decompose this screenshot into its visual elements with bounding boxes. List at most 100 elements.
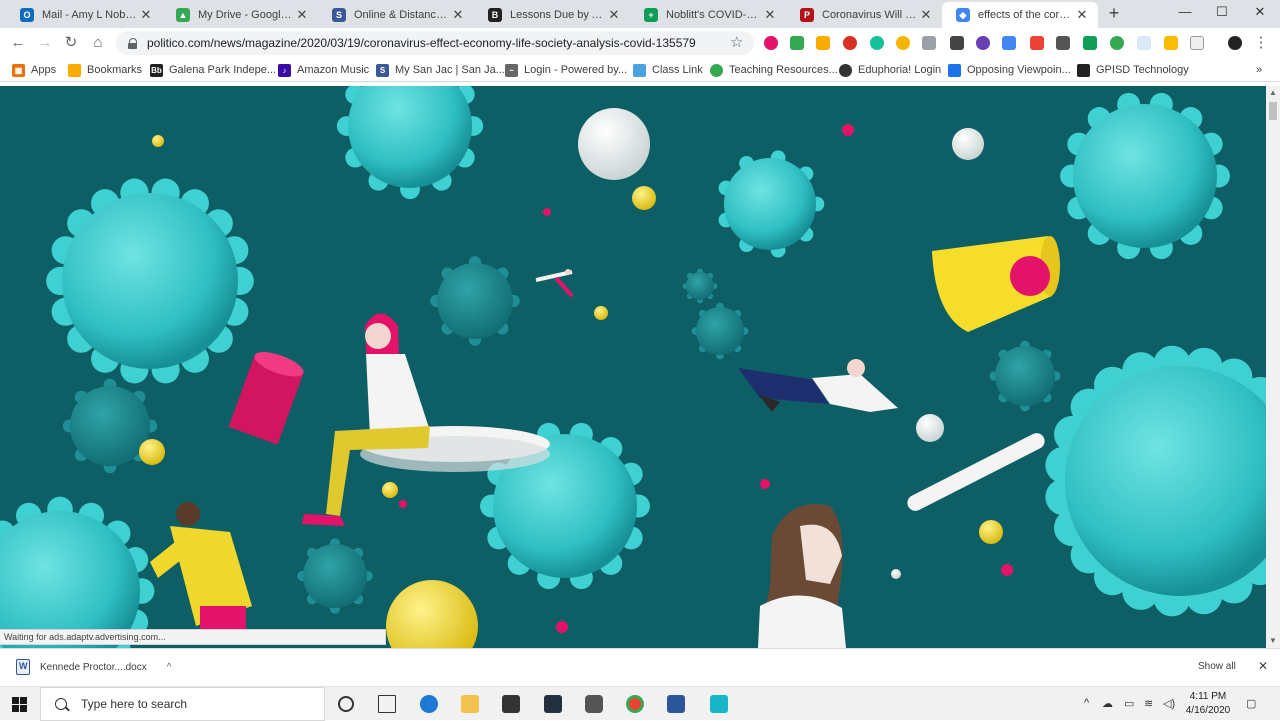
bookmark-eduphoria[interactable]: Eduphoria! Login bbox=[839, 62, 941, 78]
bookmark-label: Eduphoria! Login bbox=[858, 64, 942, 76]
extension-icon[interactable] bbox=[764, 36, 778, 50]
battery-icon[interactable]: ▭ bbox=[1124, 697, 1134, 710]
tab-politico[interactable]: P Coronavirus Will Chan ✕ bbox=[786, 2, 942, 28]
virus-body bbox=[70, 386, 150, 466]
extension-icon[interactable] bbox=[1164, 36, 1178, 50]
virus-body bbox=[437, 263, 513, 339]
search-placeholder: Type here to search bbox=[81, 697, 188, 711]
extension-icon[interactable] bbox=[1002, 36, 1016, 50]
maximize-button[interactable]: ☐ bbox=[1207, 4, 1237, 20]
address-bar[interactable]: politico.com/news/magazine/2020/03/19/co… bbox=[116, 31, 754, 55]
virus-body bbox=[724, 158, 816, 250]
tab-close-icon[interactable]: ✕ bbox=[138, 7, 154, 23]
wifi-icon[interactable]: ≋ bbox=[1144, 697, 1153, 710]
extension-icon[interactable] bbox=[1083, 36, 1097, 50]
taskbar-search-box[interactable]: Type here to search bbox=[40, 687, 325, 721]
extension-icon[interactable] bbox=[950, 36, 964, 50]
chrome-icon[interactable] bbox=[626, 695, 644, 713]
white-sphere bbox=[952, 128, 984, 160]
profile-avatar[interactable] bbox=[1228, 36, 1242, 50]
minimize-button[interactable]: — bbox=[1170, 4, 1200, 19]
bookmark-apps[interactable]: ▦ Apps bbox=[12, 62, 56, 78]
volume-icon[interactable]: ◁) bbox=[1163, 697, 1175, 710]
word-icon[interactable] bbox=[667, 695, 685, 713]
tab-close-icon[interactable]: ✕ bbox=[1074, 7, 1090, 23]
tab-strip: O Mail - Amy L Noblitt - ✕ ▲ My Drive - … bbox=[0, 0, 1280, 28]
new-tab-button[interactable]: + bbox=[1104, 4, 1124, 24]
download-item[interactable]: Kennede Proctor....docx ^ bbox=[16, 659, 171, 675]
extension-icon[interactable] bbox=[1056, 36, 1070, 50]
back-arrow-icon[interactable]: ← bbox=[9, 34, 27, 52]
page-scrollbar[interactable]: ▲ ▼ bbox=[1266, 86, 1280, 648]
bookmark-label: Amazon Music bbox=[297, 64, 370, 76]
extension-icon[interactable] bbox=[816, 36, 830, 50]
tab-close-icon[interactable]: ✕ bbox=[606, 7, 622, 23]
close-icon[interactable]: ✕ bbox=[1258, 659, 1268, 673]
bookmark-galena-park[interactable]: Bb Galena Park Indepe... bbox=[150, 62, 276, 78]
home-icon[interactable]: ⌂ bbox=[89, 34, 107, 52]
amazon-icon[interactable] bbox=[544, 695, 562, 713]
tab-close-icon[interactable]: ✕ bbox=[450, 7, 466, 23]
task-view-icon[interactable] bbox=[378, 695, 396, 713]
tab-online-distance[interactable]: S Online & Distance Lea ✕ bbox=[318, 2, 474, 28]
bookmark-label: Galena Park Indepe... bbox=[169, 64, 277, 76]
windows-start-icon[interactable] bbox=[12, 697, 27, 712]
taskbar-clock[interactable]: 4:11 PM 4/16/2020 bbox=[1180, 690, 1236, 718]
scroll-down-icon[interactable]: ▼ bbox=[1269, 636, 1277, 645]
bookmark-my-san-jac[interactable]: S My San Jac | San Ja... bbox=[376, 62, 505, 78]
tray-overflow-icon[interactable]: ^ bbox=[1084, 697, 1089, 709]
lock-icon[interactable] bbox=[128, 37, 138, 49]
tab-lessons-due[interactable]: B Lessons Due by April 2 ✕ bbox=[474, 2, 630, 28]
extension-icon[interactable] bbox=[922, 36, 936, 50]
yellow-sphere bbox=[152, 135, 164, 147]
bookmark-label: Class Link bbox=[652, 64, 703, 76]
bookmark-star-icon[interactable]: ☆ bbox=[730, 33, 743, 51]
extension-icon[interactable] bbox=[870, 36, 884, 50]
tab-google-drive[interactable]: ▲ My Drive - Google Dri ✕ bbox=[162, 2, 318, 28]
forward-arrow-icon[interactable]: → bbox=[36, 34, 54, 52]
bookmarks-overflow-icon[interactable]: » bbox=[1256, 62, 1262, 78]
tab-label: effects of the coronavi bbox=[978, 9, 1074, 21]
bookmark-gpisd-technology[interactable]: GPISD Technology bbox=[1077, 62, 1189, 78]
bookmark-bookmarks[interactable]: Bookmarks bbox=[68, 62, 142, 78]
show-all-button[interactable]: Show all bbox=[1198, 661, 1236, 672]
extension-icon[interactable] bbox=[790, 36, 804, 50]
eduphoria-icon bbox=[839, 63, 852, 77]
tab-close-icon[interactable]: ✕ bbox=[918, 7, 934, 23]
extension-icon[interactable] bbox=[976, 36, 990, 50]
screencast-icon[interactable] bbox=[710, 695, 728, 713]
extension-icon[interactable] bbox=[1110, 36, 1124, 50]
network-cloud-icon[interactable]: ☁ bbox=[1102, 697, 1113, 710]
cortana-icon[interactable] bbox=[338, 696, 354, 712]
extension-icon[interactable] bbox=[843, 36, 857, 50]
extension-icon[interactable] bbox=[1190, 36, 1204, 50]
bookmark-teaching-resources[interactable]: Teaching Resources... bbox=[710, 62, 838, 78]
pink-dot bbox=[399, 500, 407, 508]
camera-icon[interactable] bbox=[585, 695, 603, 713]
tab-effects-search[interactable]: ◆ effects of the coronavi ✕ bbox=[942, 2, 1098, 28]
store-icon[interactable] bbox=[502, 695, 520, 713]
bookmark-class-link[interactable]: Class Link bbox=[633, 62, 703, 78]
notifications-icon[interactable]: ▢ bbox=[1246, 697, 1256, 710]
edge-browser-icon[interactable] bbox=[420, 695, 438, 713]
scroll-up-icon[interactable]: ▲ bbox=[1269, 88, 1277, 97]
extension-icon[interactable] bbox=[1030, 36, 1044, 50]
tab-mail[interactable]: O Mail - Amy L Noblitt - ✕ bbox=[6, 2, 162, 28]
chevron-up-icon[interactable]: ^ bbox=[167, 662, 172, 673]
extension-icon[interactable] bbox=[896, 36, 910, 50]
menu-kebab-icon[interactable]: ⋮ bbox=[1252, 34, 1270, 52]
bookmark-login[interactable]: ~ Login - Powered by... bbox=[505, 62, 627, 78]
reload-icon[interactable]: ↻ bbox=[62, 34, 80, 52]
bookmark-amazon-music[interactable]: ♪ Amazon Music bbox=[278, 62, 369, 78]
bookmark-opposing-viewpoints[interactable]: Opposing Viewpoin... bbox=[948, 62, 1071, 78]
tab-covid-sheet[interactable]: + Noblitt's COVID-19 TE ✕ bbox=[630, 2, 786, 28]
close-window-button[interactable]: ✕ bbox=[1245, 4, 1275, 20]
extension-icon[interactable] bbox=[1137, 36, 1151, 50]
scroll-thumb[interactable] bbox=[1269, 102, 1277, 120]
file-explorer-icon[interactable] bbox=[461, 695, 479, 713]
folder-icon bbox=[68, 63, 81, 77]
tab-label: Lessons Due by April 2 bbox=[510, 9, 606, 21]
sjc-icon: S bbox=[376, 63, 389, 77]
tab-close-icon[interactable]: ✕ bbox=[294, 7, 310, 23]
tab-close-icon[interactable]: ✕ bbox=[762, 7, 778, 23]
